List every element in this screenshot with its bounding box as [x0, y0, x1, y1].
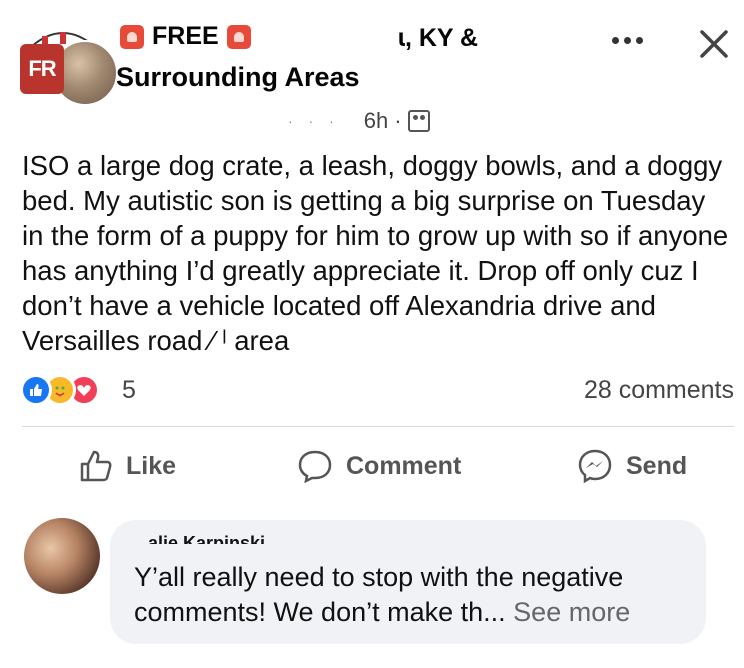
comment-text: Y’all really need to stop with the negat… [134, 560, 694, 630]
redacted-author: · · · [288, 113, 340, 129]
meta-separator: · [394, 108, 402, 133]
like-button[interactable]: Like [78, 446, 176, 486]
comment-label: Comment [346, 451, 462, 480]
reaction-count[interactable]: 5 [122, 376, 136, 405]
group-location[interactable]: ɩ, KY & [398, 24, 478, 53]
group-title[interactable]: FREE [120, 22, 251, 51]
reaction-icons[interactable] [20, 374, 100, 406]
siren-icon [120, 24, 144, 49]
reactions-row: 5 28 comments [18, 372, 738, 412]
see-more-link[interactable]: See more [513, 597, 630, 627]
group-title-text[interactable]: FREE [152, 22, 219, 51]
like-label: Like [126, 451, 177, 480]
group-avatar[interactable]: FR [18, 22, 118, 106]
commenter-name[interactable]: alie Karpinski [148, 530, 265, 544]
comment-count[interactable]: 28 comments [584, 376, 734, 405]
like-reaction-icon [20, 374, 52, 406]
thumbs-up-icon [80, 450, 112, 482]
divider [22, 426, 734, 427]
send-label: Send [626, 451, 688, 480]
comment-icon [298, 450, 332, 484]
comment-button[interactable]: Comment [296, 446, 461, 486]
post-meta: · · · 6h · [288, 108, 430, 134]
close-icon[interactable] [694, 24, 734, 64]
post-header: FR FREE Surrounding Areas ɩ, KY & · · · … [0, 0, 744, 140]
group-privacy-icon [407, 110, 430, 132]
post-time[interactable]: 6h [364, 108, 388, 134]
commenter-avatar[interactable] [24, 518, 100, 594]
comment-bubble: alie Karpinski Y’all really need to stop… [110, 520, 706, 644]
send-button[interactable]: Send [576, 446, 687, 486]
siren-icon [226, 24, 251, 49]
messenger-icon [578, 449, 612, 484]
post-text: ISO a large dog crate, a leash, doggy bo… [22, 150, 729, 356]
group-title-line2[interactable]: Surrounding Areas [116, 62, 360, 93]
more-options-icon[interactable] [612, 30, 652, 50]
group-logo: FR [20, 44, 64, 94]
